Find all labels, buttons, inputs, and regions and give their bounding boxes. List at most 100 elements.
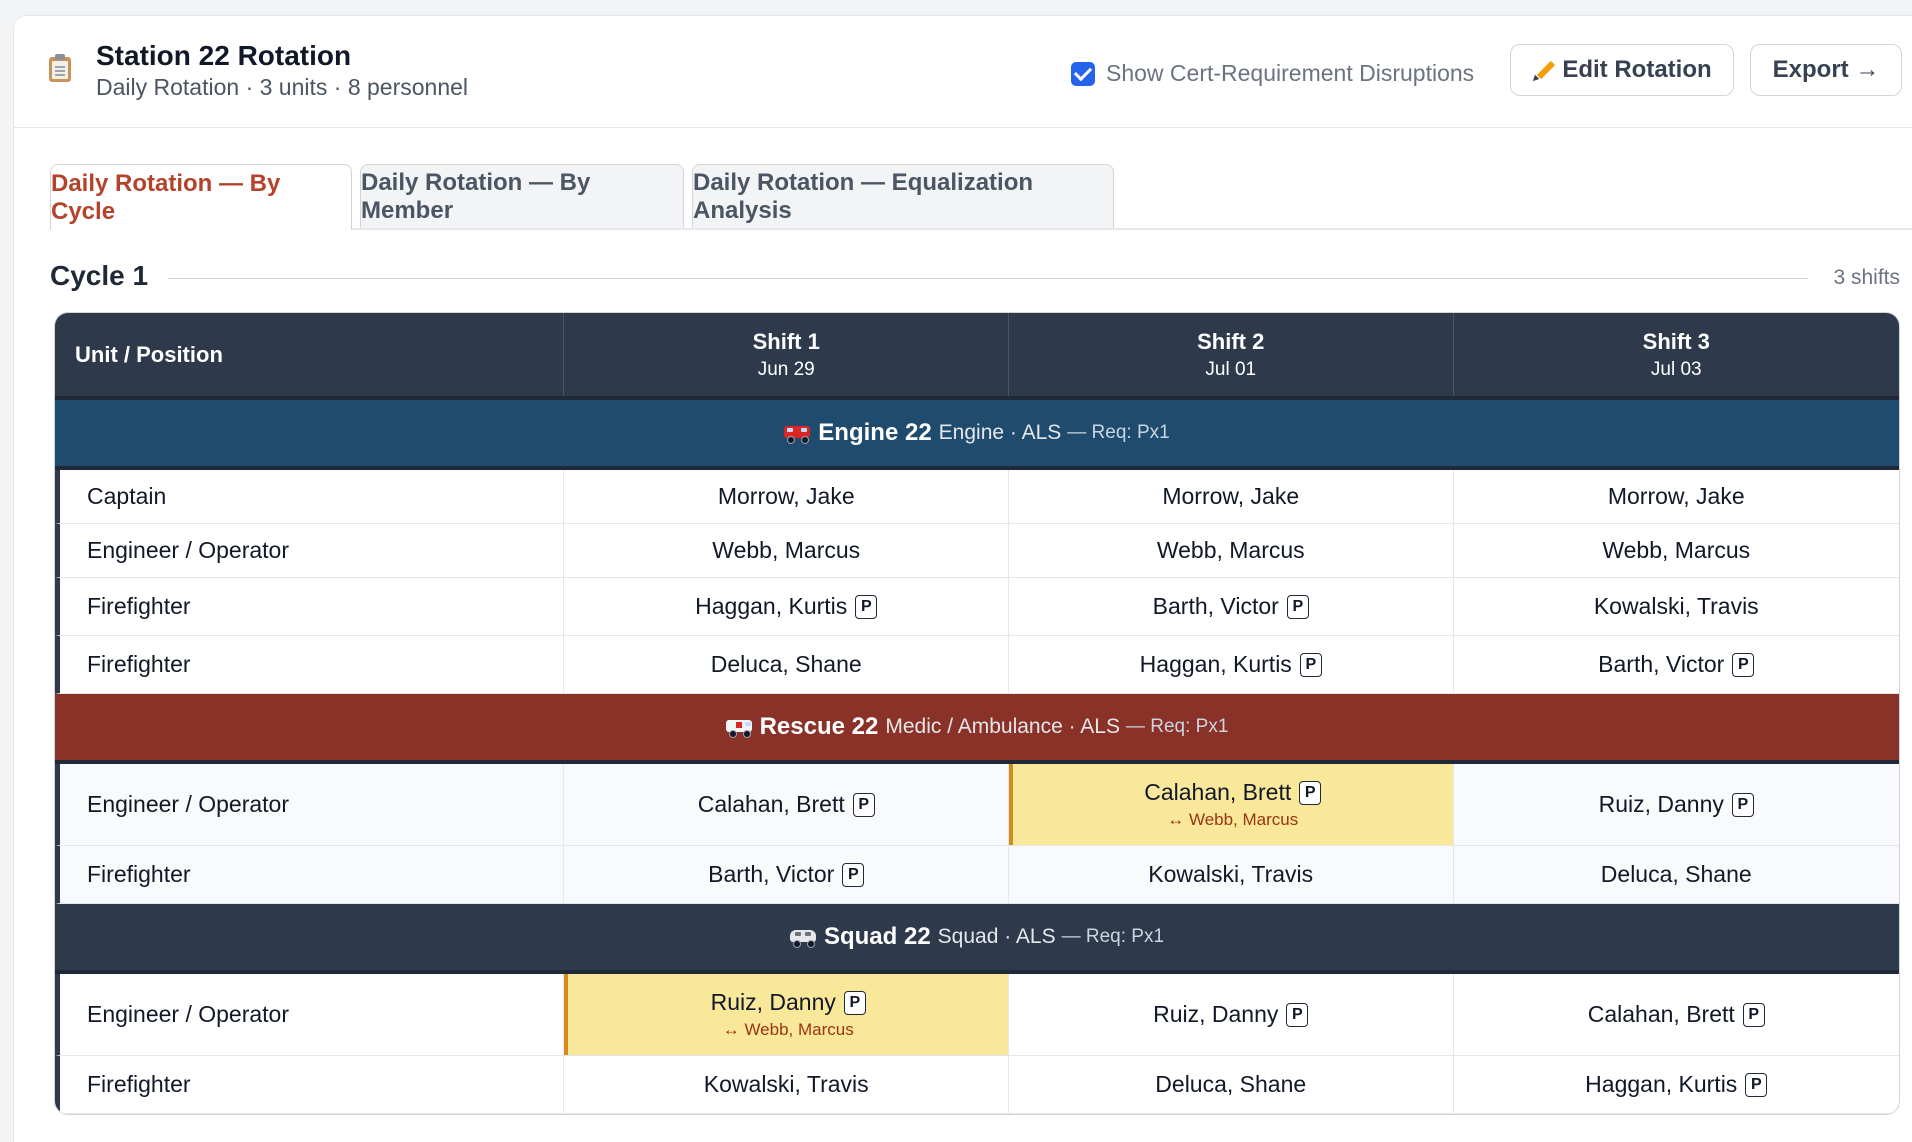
paramedic-badge: P [852,792,875,817]
unit-requirement: — Req: Px1 [1125,716,1229,737]
assignment-cell[interactable]: Haggan, Kurtis P [564,578,1009,635]
unit-type: Engine · ALS [938,421,1062,444]
cert-disruptions-checkbox[interactable] [1071,61,1095,86]
assignment-cell[interactable]: Kowalski, Travis [1009,846,1454,903]
member-name: Barth, Victor [1598,651,1725,677]
member-name: Barth, Victor [1152,593,1279,619]
position-cell: Captain [60,470,565,523]
clipboard-icon [49,54,71,82]
assignment-cell[interactable]: Deluca, Shane [564,636,1009,693]
ambulance-icon [725,717,752,738]
car-icon [789,927,816,948]
assignment-cell[interactable]: Morrow, Jake [564,470,1009,523]
assignment-cell[interactable]: Haggan, Kurtis P [1454,1056,1900,1113]
unit-band-squad-22: Squad 22 Squad · ALS — Req: Px1 [55,904,1899,974]
paramedic-badge: P [1742,1002,1765,1027]
app-window: Station 22 Rotation Daily Rotation · 3 u… [14,16,1912,1142]
unit-name: Squad 22 [823,923,931,950]
view-tabs: Daily Rotation — By Cycle Daily Rotation… [50,164,1912,230]
member-name: Morrow, Jake [1607,483,1745,509]
tab-by-cycle[interactable]: Daily Rotation — By Cycle [50,164,352,230]
tab-by-member[interactable]: Daily Rotation — By Member [360,164,684,228]
shift-name: Shift 2 [1197,328,1265,354]
shift-date: Jul 03 [1650,358,1702,380]
member-name: Haggan, Kurtis [1139,651,1292,677]
rotation-table: Unit / Position Shift 1 Jun 29 Shift 2 J… [54,312,1900,1115]
paramedic-badge: P [1299,780,1322,805]
assignment-cell[interactable]: Kowalski, Travis [564,1056,1009,1113]
member-name: Webb, Marcus [1156,537,1305,563]
member-name: Kowalski, Travis [1593,593,1759,619]
export-button[interactable]: Export → [1750,44,1902,96]
position-cell: Engineer / Operator [60,764,565,845]
edit-rotation-label: Edit Rotation [1562,56,1712,83]
assignment-cell[interactable]: Deluca, Shane [1009,1056,1454,1113]
position-cell: Firefighter [60,636,565,693]
shift-name: Shift 3 [1642,328,1710,354]
member-name: Deluca, Shane [1600,861,1752,887]
assignment-cell[interactable]: Haggan, Kurtis P [1009,636,1454,693]
column-header-shift-1: Shift 1 Jun 29 [564,313,1009,396]
page-title: Station 22 Rotation [96,40,352,71]
unit-type: Squad · ALS [937,925,1056,948]
assignment-cell[interactable]: Barth, Victor P [564,846,1009,903]
unit-type: Medic / Ambulance · ALS [885,715,1120,738]
assignment-cell[interactable]: Kowalski, Travis [1454,578,1900,635]
paramedic-badge: P [843,990,866,1015]
export-label: Export → [1772,56,1880,83]
page-subtitle: Daily Rotation · 3 units · 8 personnel [96,74,469,100]
tab-equalization-analysis[interactable]: Daily Rotation — Equalization Analysis [692,164,1114,228]
unit-band-engine-22: Engine 22 Engine · ALS — Req: Px1 [55,400,1899,470]
assignment-cell[interactable]: Calahan, Brett P [564,764,1009,845]
position-cell: Firefighter [60,1056,565,1113]
column-header-shift-3: Shift 3 Jul 03 [1454,313,1900,396]
member-name: Haggan, Kurtis [1585,1071,1738,1097]
position-cell: Firefighter [60,578,565,635]
member-name: Barth, Victor [708,861,835,887]
unit-name: Rescue 22 [759,713,879,740]
unit-requirement: — Req: Px1 [1067,422,1170,443]
paramedic-badge: P [1286,594,1309,619]
table-row: Firefighter Haggan, Kurtis P Barth, Victo… [55,578,1899,636]
unit-name: Engine 22 [818,419,932,446]
column-header-shift-2: Shift 2 Jul 01 [1009,313,1454,396]
member-name: Calahan, Brett [697,791,845,817]
assignment-cell[interactable]: Webb, Marcus [1009,524,1454,577]
member-name: Webb, Marcus [712,537,861,563]
assignment-cell[interactable]: Ruiz, Danny P [1454,764,1900,845]
paramedic-badge: P [1745,1072,1768,1097]
assignment-cell[interactable]: Barth, Victor P [1454,636,1900,693]
assignment-cell[interactable]: Webb, Marcus [564,524,1009,577]
assignment-cell[interactable]: Barth, Victor P [1009,578,1454,635]
cert-disruptions-toggle[interactable]: Show Cert-Requirement Disruptions [1071,60,1474,87]
assignment-cell[interactable]: Morrow, Jake [1009,470,1454,523]
shift-date: Jun 29 [757,358,815,380]
shift-name: Shift 1 [752,328,820,354]
position-cell: Engineer / Operator [60,524,565,577]
table-row: Engineer / Operator Calahan, Brett P Cala… [55,764,1899,846]
table-row: Firefighter Kowalski, Travis Deluca, Sha… [55,1056,1899,1114]
position-cell: Engineer / Operator [60,974,565,1055]
swap-note: ↔ Webb, Marcus [722,1020,854,1039]
member-name: Ruiz, Danny [1153,1001,1279,1027]
assignment-cell[interactable]: Calahan, Brett P [1454,974,1900,1055]
edit-rotation-button[interactable]: Edit Rotation [1510,44,1734,96]
table-row: Engineer / Operator Webb, Marcus Webb, M… [55,524,1899,578]
assignment-cell-disruption[interactable]: Ruiz, Danny P ↔ Webb, Marcus [564,974,1009,1055]
assignment-cell[interactable]: Deluca, Shane [1454,846,1900,903]
cycle-divider [168,278,1808,279]
member-name: Morrow, Jake [1162,483,1300,509]
member-name: Deluca, Shane [1155,1071,1307,1097]
paramedic-badge: P [855,594,878,619]
member-name: Calahan, Brett [1144,779,1292,805]
paramedic-badge: P [1731,792,1754,817]
position-cell: Firefighter [60,846,565,903]
assignment-cell-disruption[interactable]: Calahan, Brett P ↔ Webb, Marcus [1008,764,1454,845]
member-name: Deluca, Shane [710,651,862,677]
assignment-cell[interactable]: Ruiz, Danny P [1009,974,1454,1055]
pencil-icon [1531,59,1556,84]
swap-note: ↔ Webb, Marcus [1167,810,1299,829]
assignment-cell[interactable]: Morrow, Jake [1454,470,1900,523]
assignment-cell[interactable]: Webb, Marcus [1454,524,1900,577]
member-name: Kowalski, Travis [703,1071,869,1097]
